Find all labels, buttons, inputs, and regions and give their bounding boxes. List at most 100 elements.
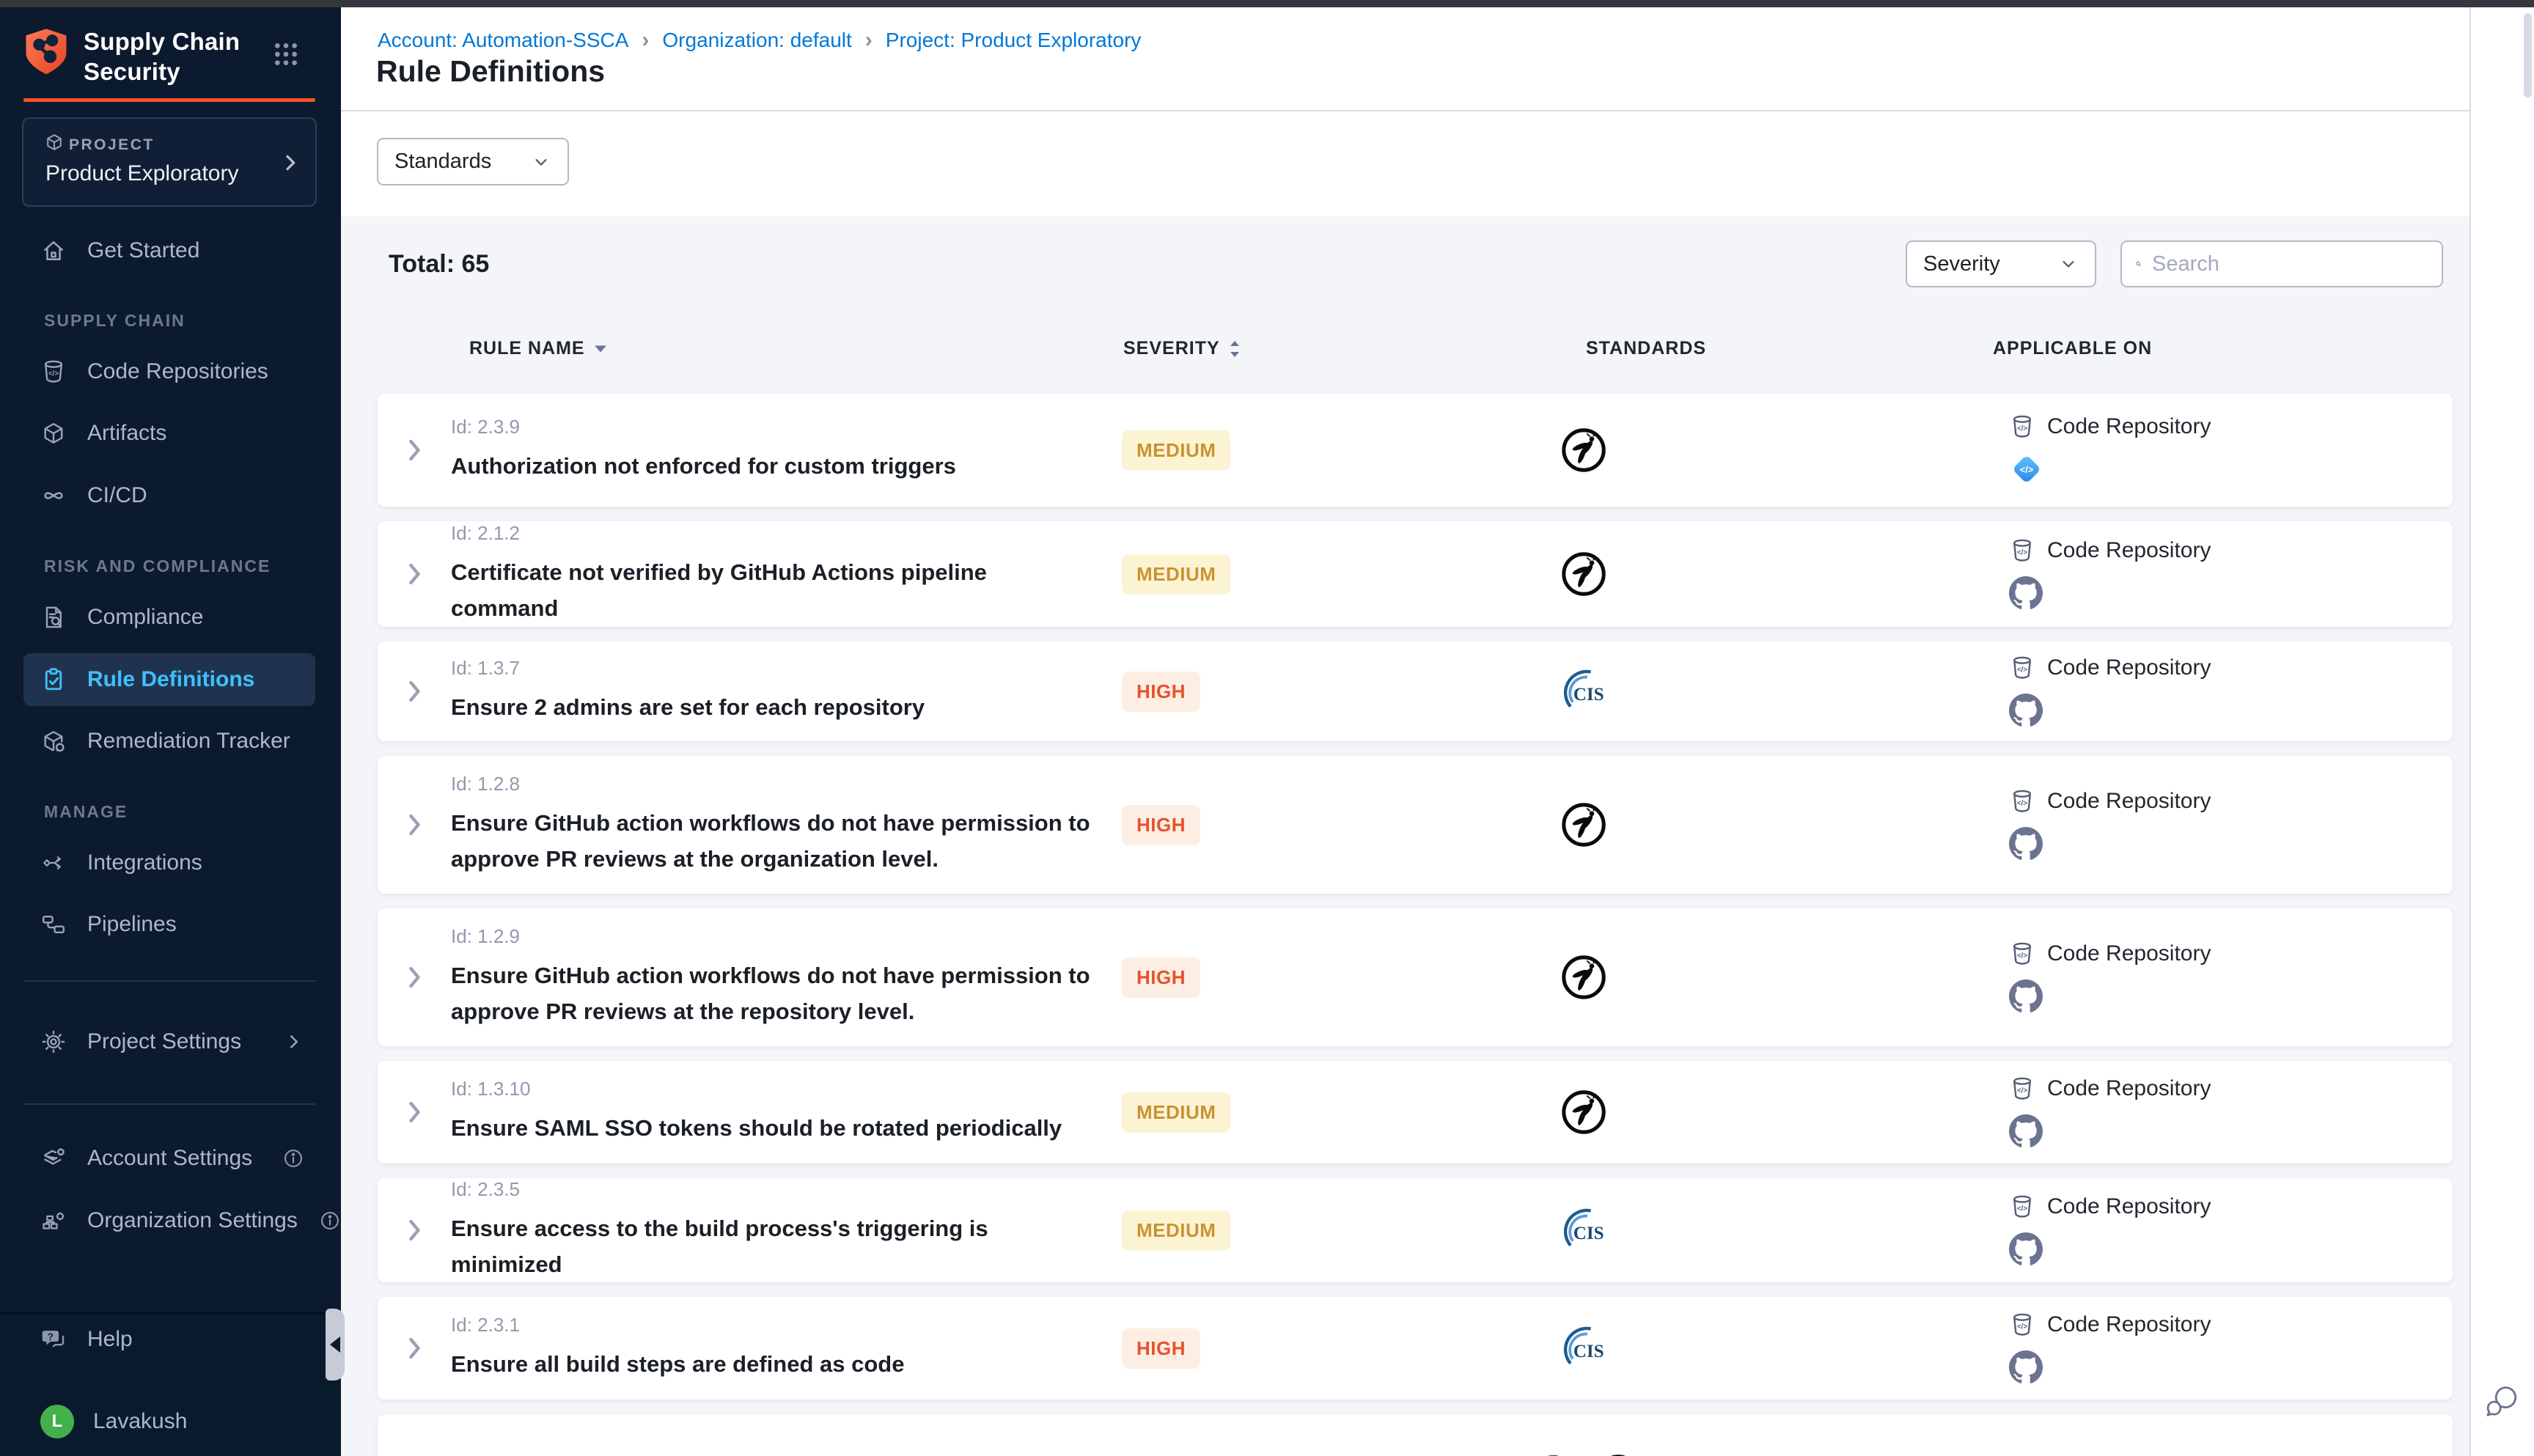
module-grid-icon[interactable] [271,40,301,69]
expand-chevron-icon[interactable] [398,1214,430,1246]
sidebar-collapse-handle[interactable] [326,1309,345,1380]
expand-chevron-icon[interactable] [398,434,430,466]
main-content: Account: Automation-SSCA › Organization:… [341,7,2534,1456]
severity-filter-dropdown[interactable]: Severity [1906,240,2096,287]
svg-text:CIS: CIS [1573,1342,1604,1361]
sidebar-item-rule-definitions[interactable]: Rule Definitions [23,653,315,706]
breadcrumb-separator-icon: › [642,28,649,53]
table-row[interactable]: Id: 2.3.1 Ensure all build steps are def… [378,1297,2453,1400]
rule-name[interactable]: Ensure 2 admins are set for each reposit… [451,690,1100,725]
code-repository-icon: </> [2009,941,2035,967]
table-row[interactable]: Id: 1.2.8 Ensure GitHub action workflows… [378,756,2453,894]
standards-filter-dropdown[interactable]: Standards [377,138,569,185]
column-header-standards[interactable]: STANDARDS [1584,338,1708,359]
svg-text:</>: </> [2017,666,2027,674]
rule-name[interactable]: Certificate not verified by GitHub Actio… [451,555,1100,625]
table-row[interactable]: Id: 2.3.5 Ensure access to the build pro… [378,1178,2453,1282]
expand-chevron-icon[interactable] [398,1096,430,1128]
applicable-on-label: Code Repository [2047,941,2211,966]
sidebar-item-label: Code Repositories [87,359,268,384]
sidebar-item-organization-settings[interactable]: Organization Settings [23,1195,315,1246]
project-label: PROJECT [69,136,155,154]
applicable-on-label: Code Repository [2047,1076,2211,1101]
sidebar-item-label: Artifacts [87,421,166,446]
code-repository-icon: </> [2009,1076,2035,1102]
sidebar-item-project-settings[interactable]: Project Settings [23,1016,315,1067]
brand-accent-rule [23,98,315,102]
sidebar-item-pipelines[interactable]: Pipelines [23,899,315,950]
rule-name[interactable]: Ensure GitHub action workflows do not ha… [451,958,1100,1029]
filter-bar: Standards [341,113,2469,216]
table-row[interactable]: Id: 1.2.9 Ensure GitHub action workflows… [378,908,2453,1046]
column-header-severity[interactable]: SEVERITY [1123,338,1241,359]
avatar: L [40,1405,74,1438]
svg-text:?: ? [48,1331,54,1342]
table-row[interactable]: Id: 1.1.9 HIGH CIS </> Code Repository [378,1414,2453,1456]
sidebar-item-get-started[interactable]: Get Started [23,225,315,276]
sidebar-item-label: Pipelines [87,912,177,937]
column-header-applicable-on[interactable]: APPLICABLE ON [1993,338,2152,359]
github-icon [2009,1114,2043,1148]
sidebar-divider [23,1103,315,1105]
expand-chevron-icon[interactable] [398,1332,430,1364]
app-window: Supply Chain Security PROJECT Product Ex… [0,0,2534,1456]
search-input[interactable] [2152,252,2428,276]
rule-id: Id: 2.3.1 [451,1314,1100,1336]
help-label: Help [87,1327,133,1352]
owasp-icon [1560,427,1607,474]
sidebar-item-cicd[interactable]: CI/CD [23,470,315,521]
rule-name[interactable]: Ensure GitHub action workflows do not ha… [451,806,1100,876]
sidebar-section-risk-and-compliance: RISK AND COMPLIANCE [44,550,271,582]
severity-badge: MEDIUM [1122,1210,1230,1251]
table-row[interactable]: Id: 1.3.7 Ensure 2 admins are set for ea… [378,641,2453,741]
rule-name[interactable]: Ensure access to the build process's tri… [451,1211,1100,1282]
severity-badge: HIGH [1122,1328,1200,1369]
cis-icon: CIS [1559,1326,1609,1370]
svg-text:</>: </> [2017,799,2027,807]
help-button[interactable]: ? Help [23,1317,315,1361]
rules-table: Total: 65 Severity RULE NAME SEVERITY ST… [341,216,2469,1456]
github-icon [2009,576,2043,610]
remediation-box-icon [40,728,67,754]
expand-chevron-icon[interactable] [398,961,430,993]
expand-chevron-icon[interactable] [398,558,430,590]
sidebar-item-integrations[interactable]: Integrations [23,837,315,889]
sidebar-item-code-repositories[interactable]: </> Code Repositories [23,346,315,397]
chevron-right-icon [279,151,302,174]
sidebar-item-label: Project Settings [87,1029,241,1054]
column-header-rule-name[interactable]: RULE NAME [469,338,607,359]
breadcrumb-account-link[interactable]: Account: Automation-SSCA [378,29,628,52]
search-icon [2135,251,2142,276]
applicable-on-label: Code Repository [2047,789,2211,814]
rule-name[interactable]: Authorization not enforced for custom tr… [451,449,1100,484]
code-repository-icon: </> [2009,1312,2035,1338]
scrollbar[interactable] [2524,13,2532,98]
page-header: Account: Automation-SSCA › Organization:… [341,7,2469,111]
search-box [2120,240,2443,287]
table-row[interactable]: Id: 1.3.10 Ensure SAML SSO tokens should… [378,1061,2453,1163]
breadcrumb-project-link[interactable]: Project: Product Exploratory [886,29,1142,52]
sidebar: Supply Chain Security PROJECT Product Ex… [0,0,341,1456]
window-top-strip [0,0,2534,7]
project-selector[interactable]: PROJECT Product Exploratory [22,117,317,207]
layers-gear-icon [40,1145,67,1172]
breadcrumb: Account: Automation-SSCA › Organization:… [378,28,1141,53]
rule-name[interactable]: Ensure SAML SSO tokens should be rotated… [451,1111,1100,1146]
rule-name[interactable]: Ensure all build steps are defined as co… [451,1347,1100,1382]
sidebar-item-remediation-tracker[interactable]: Remediation Tracker [23,716,315,767]
support-chat-icon[interactable] [2481,1381,2522,1422]
sidebar-item-compliance[interactable]: Compliance [23,592,315,643]
github-icon [2009,1350,2043,1384]
chevron-down-icon [531,152,551,172]
severity-badge: HIGH [1122,805,1200,845]
applicable-on-label: Code Repository [2047,1194,2211,1219]
sidebar-item-account-settings[interactable]: Account Settings [23,1133,315,1184]
table-row[interactable]: Id: 2.1.2 Certificate not verified by Gi… [378,521,2453,627]
expand-chevron-icon[interactable] [398,675,430,707]
table-row[interactable]: Id: 2.3.9 Authorization not enforced for… [378,394,2453,507]
expand-chevron-icon[interactable] [398,809,430,841]
code-repository-icon: </> [2009,413,2035,440]
sidebar-item-artifacts[interactable]: Artifacts [23,408,315,459]
user-menu[interactable]: L Lavakush [23,1400,315,1444]
breadcrumb-organization-link[interactable]: Organization: default [662,29,851,52]
